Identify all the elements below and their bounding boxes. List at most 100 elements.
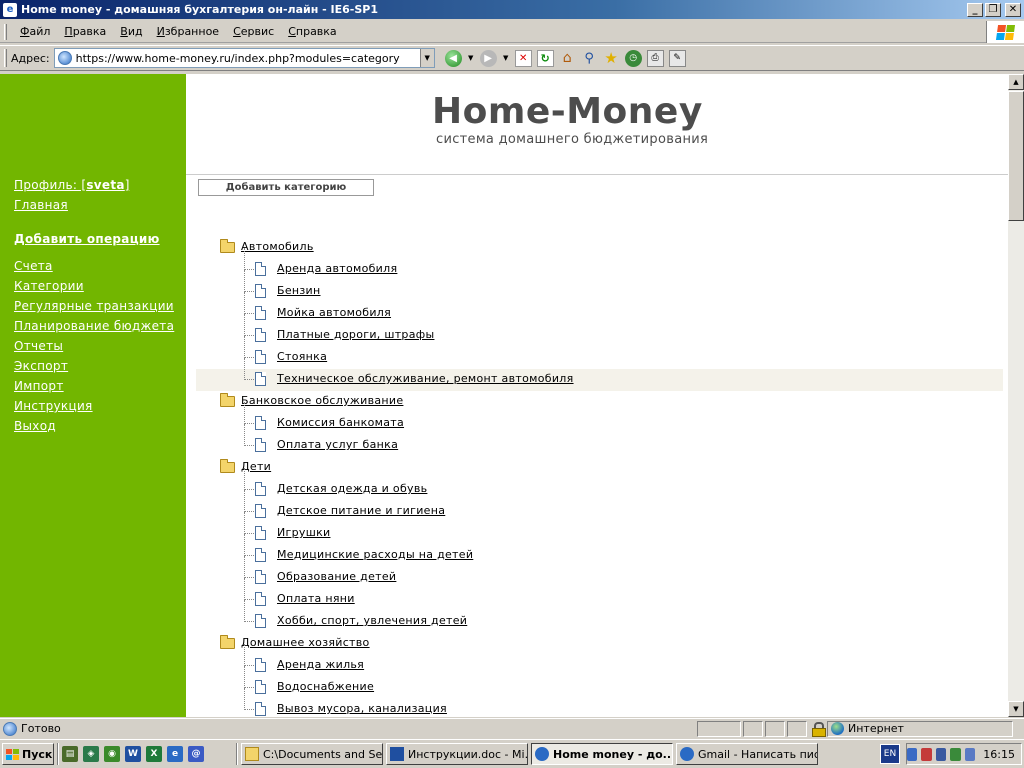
subcategory-link[interactable]: Детская одежда и обувь bbox=[277, 482, 427, 495]
sidebar-item-add-operation[interactable]: Добавить операцию bbox=[14, 232, 160, 246]
tree-connector bbox=[244, 423, 254, 424]
search-icon[interactable]: ⚲ bbox=[581, 50, 598, 67]
subcategory-link[interactable]: Комиссия банкомата bbox=[277, 416, 404, 429]
start-button[interactable]: Пуск bbox=[2, 743, 54, 765]
subcategory-row: Оплата няни bbox=[196, 578, 1003, 611]
address-bar: Адрес: https://www.home-money.ru/index.p… bbox=[0, 45, 1024, 71]
subcategory-link[interactable]: Техническое обслуживание, ремонт автомоб… bbox=[277, 372, 574, 385]
subcategory-link[interactable]: Медицинские расходы на детей bbox=[277, 548, 473, 561]
sidebar-item-home[interactable]: Главная bbox=[14, 198, 68, 212]
status-page-icon bbox=[3, 721, 17, 736]
sidebar-item-reports[interactable]: Отчеты bbox=[14, 339, 63, 353]
sidebar-item-regular-transactions[interactable]: Регулярные транзакции bbox=[14, 299, 174, 313]
back-icon[interactable]: ◀ bbox=[444, 49, 462, 67]
subcategory-link[interactable]: Платные дороги, штрафы bbox=[277, 328, 434, 341]
close-button[interactable]: ✕ bbox=[1005, 2, 1021, 17]
app-icon[interactable]: ◈ bbox=[83, 746, 99, 762]
subcategory-link[interactable]: Оплата няни bbox=[277, 592, 355, 605]
address-dropdown-icon[interactable]: ▼ bbox=[419, 49, 434, 67]
category-link[interactable]: Дети bbox=[241, 460, 271, 473]
network-icon[interactable] bbox=[935, 747, 947, 761]
menu-favorites[interactable]: Избранное bbox=[150, 25, 226, 38]
subcategory-link[interactable]: Водоснабжение bbox=[277, 680, 374, 693]
category-link[interactable]: Банковское обслуживание bbox=[241, 394, 403, 407]
task-gmail[interactable]: Gmail - Написать пис... bbox=[676, 743, 818, 765]
tree-connector bbox=[244, 688, 245, 710]
sidebar-item-instructions[interactable]: Инструкция bbox=[14, 399, 93, 413]
tree-connector bbox=[244, 357, 254, 358]
app-icon[interactable]: ◉ bbox=[104, 746, 120, 762]
security-zone[interactable]: Интернет bbox=[827, 720, 1013, 737]
category-link[interactable]: Домашнее хозяйство bbox=[241, 636, 370, 649]
sidebar-item-accounts[interactable]: Счета bbox=[14, 259, 53, 273]
address-input[interactable]: https://www.home-money.ru/index.php?modu… bbox=[53, 48, 435, 68]
toolbar-grip[interactable] bbox=[4, 49, 7, 67]
maximize-button[interactable]: ❐ bbox=[985, 2, 1001, 17]
menu-edit[interactable]: Правка bbox=[57, 25, 113, 38]
lock-icon[interactable] bbox=[812, 722, 826, 737]
print-icon[interactable]: ⎙ bbox=[646, 49, 664, 67]
subcategory-link[interactable]: Оплата услуг банка bbox=[277, 438, 398, 451]
menu-help[interactable]: Справка bbox=[281, 25, 343, 38]
toolbar-grip[interactable] bbox=[4, 23, 7, 40]
back-dropdown-icon[interactable]: ▼ bbox=[467, 50, 475, 67]
tree-connector bbox=[244, 533, 254, 534]
sidebar-item-budget-planning[interactable]: Планирование бюджета bbox=[14, 319, 174, 333]
vertical-scrollbar[interactable]: ▲ ▼ bbox=[1008, 74, 1024, 717]
subcategory-link[interactable]: Стоянка bbox=[277, 350, 327, 363]
subcategory-link[interactable]: Детское питание и гигиена bbox=[277, 504, 445, 517]
tree-connector bbox=[244, 578, 245, 600]
sidebar-item-categories[interactable]: Категории bbox=[14, 279, 84, 293]
category-link[interactable]: Автомобиль bbox=[241, 240, 314, 253]
subcategory-link[interactable]: Аренда жилья bbox=[277, 658, 364, 671]
category-row: Дети bbox=[196, 457, 1003, 479]
add-category-button[interactable]: Добавить категорию bbox=[198, 179, 374, 196]
favorites-icon[interactable]: ★ bbox=[603, 49, 620, 67]
network-icon[interactable] bbox=[907, 747, 918, 761]
task-home-money[interactable]: Home money - до... bbox=[531, 743, 673, 765]
scroll-thumb[interactable] bbox=[1008, 91, 1024, 221]
menu-view[interactable]: Вид bbox=[113, 25, 149, 38]
subcategory-link[interactable]: Вывоз мусора, канализация bbox=[277, 702, 447, 715]
word-icon[interactable]: W bbox=[125, 746, 141, 762]
forward-icon[interactable]: ▶ bbox=[479, 49, 497, 67]
network-error-icon[interactable] bbox=[921, 747, 932, 761]
refresh-icon[interactable]: ↻ bbox=[536, 49, 554, 67]
subcategory-link[interactable]: Игрушки bbox=[277, 526, 330, 539]
scroll-up-icon[interactable]: ▲ bbox=[1008, 74, 1024, 90]
stop-icon[interactable]: ✕ bbox=[514, 49, 532, 67]
sidebar-profile-link[interactable]: Профиль: [sveta] bbox=[14, 178, 130, 192]
status-cell bbox=[697, 720, 741, 737]
subcategory-link[interactable]: Образование детей bbox=[277, 570, 396, 583]
antivirus-icon[interactable] bbox=[950, 747, 961, 761]
windows-logo-icon bbox=[986, 21, 1024, 43]
menu-tools[interactable]: Сервис bbox=[226, 25, 281, 38]
minimize-button[interactable]: _ bbox=[967, 2, 983, 17]
subcategory-link[interactable]: Аренда автомобиля bbox=[277, 262, 397, 275]
scroll-down-icon[interactable]: ▼ bbox=[1008, 701, 1024, 717]
sidebar-item-export[interactable]: Экспорт bbox=[14, 359, 68, 373]
task-word[interactable]: Инструкции.doc - Mi... bbox=[386, 743, 528, 765]
forward-dropdown-icon[interactable]: ▼ bbox=[502, 50, 510, 67]
menu-file[interactable]: Файл bbox=[13, 25, 57, 38]
tree-connector bbox=[244, 599, 254, 600]
page-icon bbox=[57, 51, 72, 65]
tray-app-icon[interactable] bbox=[964, 747, 976, 761]
address-url[interactable]: https://www.home-money.ru/index.php?modu… bbox=[76, 52, 420, 65]
subcategory-link[interactable]: Бензин bbox=[277, 284, 321, 297]
home-icon[interactable]: ⌂ bbox=[559, 50, 576, 67]
task-explorer[interactable]: C:\Documents and Se... bbox=[241, 743, 383, 765]
category-row: Банковское обслуживание bbox=[196, 391, 1003, 413]
edit-icon[interactable]: ✎ bbox=[668, 49, 686, 67]
language-indicator[interactable]: EN bbox=[880, 744, 900, 764]
sidebar-item-import[interactable]: Импорт bbox=[14, 379, 64, 393]
subcategory-link[interactable]: Хобби, спорт, увлечения детей bbox=[277, 614, 467, 627]
subcategory-link[interactable]: Мойка автомобиля bbox=[277, 306, 391, 319]
tree-connector bbox=[244, 709, 254, 710]
history-icon[interactable]: ◷ bbox=[624, 49, 642, 67]
desktop-icon[interactable]: ▤ bbox=[62, 746, 78, 762]
outlook-icon[interactable]: @ bbox=[188, 746, 204, 762]
excel-icon[interactable]: X bbox=[146, 746, 162, 762]
sidebar-item-logout[interactable]: Выход bbox=[14, 419, 56, 433]
ie-icon[interactable]: e bbox=[167, 746, 183, 762]
